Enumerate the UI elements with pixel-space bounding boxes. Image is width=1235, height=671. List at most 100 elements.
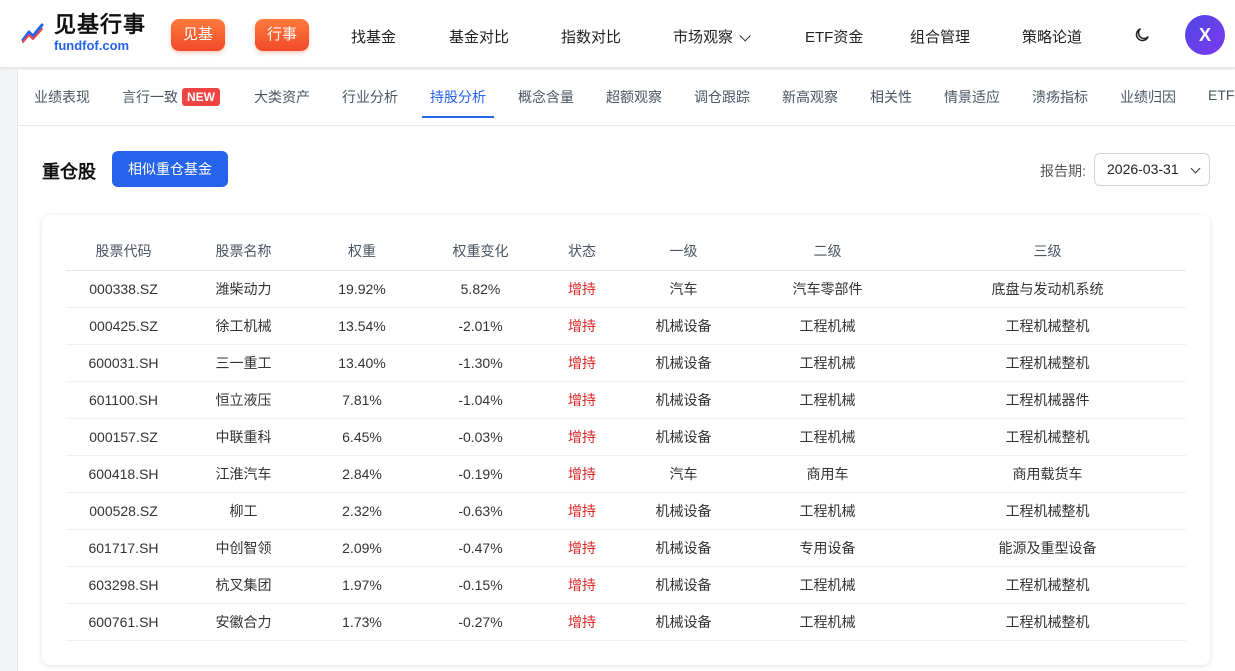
- cell-weight-change: -2.01%: [418, 307, 543, 345]
- table-row[interactable]: 600761.SH 安徽合力 1.73% -0.27% 增持 机械设备 工程机械 工程机械整机: [66, 603, 1186, 641]
- nav-strategy[interactable]: 策略论道: [1022, 26, 1082, 47]
- tab-performance[interactable]: 业绩表现: [34, 87, 90, 107]
- tab-scenario[interactable]: 情景适应: [944, 87, 1000, 107]
- table-row[interactable]: 600031.SH 三一重工 13.40% -1.30% 增持 机械设备 工程机械 工程机械整…: [66, 344, 1186, 382]
- cell-name: 徐工机械: [181, 307, 306, 345]
- tab-etf[interactable]: ETF: [1208, 87, 1234, 103]
- col-weight-change-header[interactable]: 权重变化: [418, 232, 543, 271]
- cell-weight: 1.73%: [306, 603, 418, 641]
- cell-status: 增持: [543, 455, 621, 493]
- cell-status: 增持: [543, 492, 621, 530]
- trend-chart-icon: [21, 23, 44, 43]
- cell-status: 增持: [543, 381, 621, 419]
- cell-code: 603298.SH: [66, 566, 181, 604]
- cell-weight: 13.54%: [306, 307, 418, 345]
- cell-status: 增持: [543, 603, 621, 641]
- new-badge: NEW: [182, 88, 220, 106]
- report-period-label: 报告期:: [1040, 163, 1086, 179]
- nav-market-watch-label: 市场观察: [673, 29, 734, 46]
- cell-name: 柳工: [181, 492, 306, 530]
- tab-holdings[interactable]: 持股分析: [430, 87, 486, 107]
- cell-weight-change: -1.04%: [418, 381, 543, 419]
- table-row[interactable]: 000528.SZ 柳工 2.32% -0.63% 增持 机械设备 工程机械 工程机械整机: [66, 492, 1186, 530]
- cell-weight-change: -0.63%: [418, 492, 543, 530]
- cell-level3: 工程机械器件: [909, 381, 1186, 419]
- cell-weight: 7.81%: [306, 381, 418, 419]
- cell-weight-change: 5.82%: [418, 270, 543, 308]
- col-level2-header[interactable]: 二级: [746, 232, 909, 271]
- col-weight-header[interactable]: 权重: [306, 232, 418, 271]
- active-tab-indicator: [422, 116, 494, 118]
- tab-new-high[interactable]: 新高观察: [782, 87, 838, 107]
- cell-weight-change: -0.47%: [418, 529, 543, 567]
- table-row[interactable]: 000157.SZ 中联重科 6.45% -0.03% 增持 机械设备 工程机械 工程机械整机: [66, 418, 1186, 456]
- cell-level2: 工程机械: [746, 603, 909, 641]
- tab-asset-class[interactable]: 大类资产: [254, 87, 310, 107]
- cell-name: 江淮汽车: [181, 455, 306, 493]
- nav-etf-flow[interactable]: ETF资金: [805, 26, 863, 47]
- xingshi-button[interactable]: 行事: [255, 19, 310, 51]
- tab-consistency[interactable]: 言行一致 NEW: [122, 87, 220, 107]
- table-row[interactable]: 000338.SZ 潍柴动力 19.92% 5.82% 增持 汽车 汽车零部件 底盘与发动机系…: [66, 270, 1186, 308]
- table-row[interactable]: 601717.SH 中创智领 2.09% -0.47% 增持 机械设备 专用设备 能源及重型设…: [66, 529, 1186, 567]
- col-level3-header[interactable]: 三级: [909, 232, 1186, 271]
- table-row[interactable]: 600418.SH 江淮汽车 2.84% -0.19% 增持 汽车 商用车 商用载货车: [66, 455, 1186, 493]
- nav-find-fund[interactable]: 找基金: [351, 26, 396, 47]
- report-period-select[interactable]: 2026-03-31: [1094, 153, 1210, 186]
- cell-level2: 工程机械: [746, 492, 909, 530]
- col-code-header[interactable]: 股票代码: [66, 232, 181, 271]
- cell-level3: 工程机械整机: [909, 492, 1186, 530]
- nav-fund-compare[interactable]: 基金对比: [449, 26, 509, 47]
- col-level1-header[interactable]: 一级: [621, 232, 746, 271]
- col-name-header[interactable]: 股票名称: [181, 232, 306, 271]
- cell-weight: 2.09%: [306, 529, 418, 567]
- cell-status: 增持: [543, 270, 621, 308]
- similar-funds-button[interactable]: 相似重仓基金: [112, 151, 228, 187]
- avatar[interactable]: X: [1185, 15, 1225, 55]
- tab-attribution[interactable]: 业绩归因: [1120, 87, 1176, 107]
- page-title: 重仓股: [42, 162, 96, 182]
- cell-code: 600418.SH: [66, 455, 181, 493]
- cell-level2: 商用车: [746, 455, 909, 493]
- cell-level3: 工程机械整机: [909, 566, 1186, 604]
- table-row[interactable]: 603298.SH 杭叉集团 1.97% -0.15% 增持 机械设备 工程机械 工程机械整机: [66, 566, 1186, 604]
- jianji-button[interactable]: 见基: [171, 19, 226, 51]
- cell-code: 000528.SZ: [66, 492, 181, 530]
- moon-icon[interactable]: [1133, 26, 1151, 44]
- cell-level3: 能源及重型设备: [909, 529, 1186, 567]
- table-body: 000338.SZ 潍柴动力 19.92% 5.82% 增持 汽车 汽车零部件 底盘与发动机系…: [66, 270, 1186, 641]
- col-status-header[interactable]: 状态: [543, 232, 621, 271]
- cell-name: 中创智领: [181, 529, 306, 567]
- table-row[interactable]: 601100.SH 恒立液压 7.81% -1.04% 增持 机械设备 工程机械 工程机械器件: [66, 381, 1186, 419]
- cell-level2: 工程机械: [746, 381, 909, 419]
- tab-ulcer[interactable]: 溃疡指标: [1032, 87, 1088, 107]
- cell-level1: 机械设备: [621, 307, 746, 345]
- cell-code: 000157.SZ: [66, 418, 181, 456]
- main-panel: 业绩表现 言行一致 NEW 大类资产 行业分析 持股分析 概念含量 超额观察 调仓…: [17, 70, 1235, 671]
- nav-index-compare[interactable]: 指数对比: [561, 26, 621, 47]
- cell-level2: 工程机械: [746, 344, 909, 382]
- cell-weight: 2.32%: [306, 492, 418, 530]
- brand-name: 见基行事: [54, 12, 147, 37]
- cell-level2: 工程机械: [746, 418, 909, 456]
- cell-code: 600031.SH: [66, 344, 181, 382]
- tab-industry[interactable]: 行业分析: [342, 87, 398, 107]
- cell-weight: 13.40%: [306, 344, 418, 382]
- holdings-card: 股票代码 股票名称 权重 权重变化 状态 一级 二级 三级 000338.SZ 潍…: [42, 215, 1210, 665]
- cell-weight: 6.45%: [306, 418, 418, 456]
- tab-excess[interactable]: 超额观察: [606, 87, 662, 107]
- tab-concept[interactable]: 概念含量: [518, 87, 574, 107]
- nav-market-watch[interactable]: 市场观察: [673, 26, 751, 47]
- cell-code: 000338.SZ: [66, 270, 181, 308]
- cell-code: 601100.SH: [66, 381, 181, 419]
- cell-level3: 工程机械整机: [909, 418, 1186, 456]
- brand-logo[interactable]: 见基行事 fundfof.com: [20, 14, 146, 52]
- cell-status: 增持: [543, 307, 621, 345]
- nav-portfolio[interactable]: 组合管理: [910, 26, 970, 47]
- cell-name: 潍柴动力: [181, 270, 306, 308]
- table-row[interactable]: 000425.SZ 徐工机械 13.54% -2.01% 增持 机械设备 工程机械 工程机械整…: [66, 307, 1186, 345]
- tab-correlation[interactable]: 相关性: [870, 87, 912, 107]
- cell-level1: 机械设备: [621, 603, 746, 641]
- cell-status: 增持: [543, 529, 621, 567]
- tab-rebalance[interactable]: 调仓跟踪: [694, 87, 750, 107]
